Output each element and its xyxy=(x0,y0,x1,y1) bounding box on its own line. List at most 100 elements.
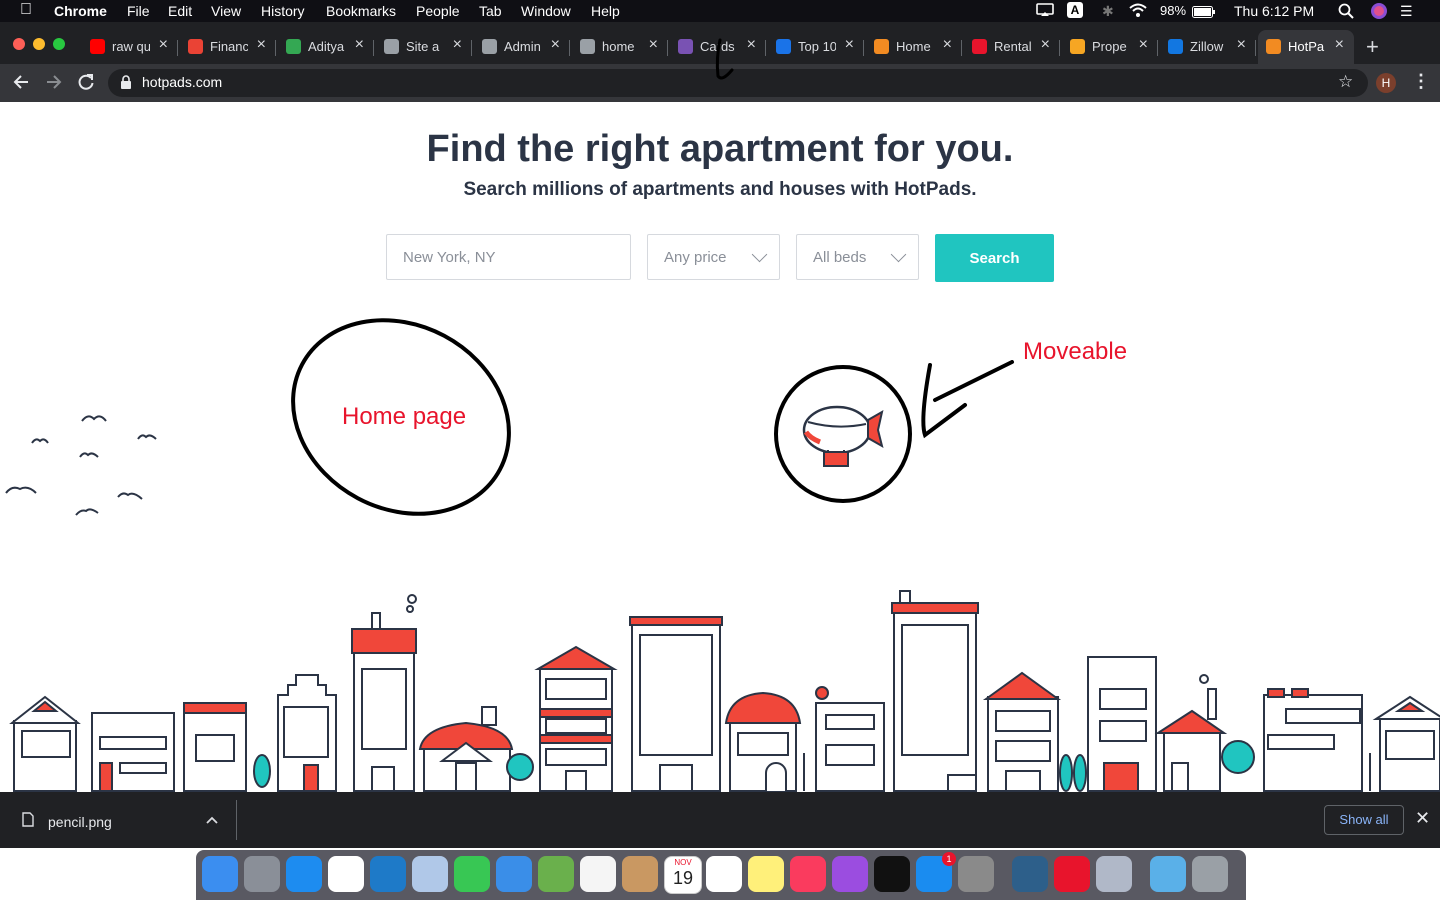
tab-12[interactable]: HotPa × xyxy=(1258,30,1354,64)
preview-icon[interactable] xyxy=(412,856,448,892)
input-source-icon[interactable]: A xyxy=(1067,2,1083,18)
forward-icon[interactable] xyxy=(45,73,63,96)
reload-icon[interactable] xyxy=(77,73,95,96)
minimize-window-button[interactable] xyxy=(33,38,45,50)
tab-0[interactable]: raw qu × xyxy=(82,30,178,64)
chrome-icon[interactable] xyxy=(328,856,364,892)
maps-icon[interactable] xyxy=(538,856,574,892)
tab-8[interactable]: Home × xyxy=(866,30,962,64)
location-input[interactable]: New York, NY xyxy=(386,234,631,280)
tab-close-icon[interactable]: × xyxy=(159,36,168,54)
tab-close-icon[interactable]: × xyxy=(1335,36,1344,54)
tab-7[interactable]: Top 10 × xyxy=(768,30,864,64)
lock-icon[interactable] xyxy=(120,75,132,92)
tab-3[interactable]: Site a × xyxy=(376,30,472,64)
menu-view[interactable]: View xyxy=(211,3,241,19)
menu-app-name[interactable]: Chrome xyxy=(54,3,107,19)
launchpad-icon[interactable] xyxy=(244,856,280,892)
address-bar[interactable]: hotpads.com ☆ xyxy=(108,69,1368,97)
tab-close-icon[interactable]: × xyxy=(1139,36,1148,54)
menu-people[interactable]: People xyxy=(416,3,460,19)
show-all-button[interactable]: Show all xyxy=(1324,805,1404,835)
beds-select[interactable]: All beds xyxy=(796,234,919,280)
contacts-icon[interactable] xyxy=(622,856,658,892)
price-select[interactable]: Any price xyxy=(647,234,780,280)
tv-icon[interactable] xyxy=(874,856,910,892)
chevron-down-icon xyxy=(890,246,907,263)
blimp-illustration[interactable] xyxy=(800,400,885,475)
tab-close-icon[interactable]: × xyxy=(649,36,658,54)
spotlight-icon[interactable] xyxy=(1338,3,1354,22)
cast-icon[interactable] xyxy=(1036,3,1054,20)
trash-icon[interactable] xyxy=(1192,856,1228,892)
tab-label: home xyxy=(602,39,635,54)
menu-file[interactable]: File xyxy=(127,3,150,19)
tab-close-icon[interactable]: × xyxy=(1237,36,1246,54)
bookmark-star-icon[interactable]: ☆ xyxy=(1338,72,1353,92)
pen-stroke-annotation xyxy=(715,38,734,80)
menu-history[interactable]: History xyxy=(261,3,305,19)
appstore-icon[interactable]: 1 xyxy=(916,852,956,892)
music-icon[interactable] xyxy=(790,856,826,892)
image-viewer-icon[interactable] xyxy=(1096,856,1132,892)
menu-tab[interactable]: Tab xyxy=(479,3,502,19)
city-skyline-illustration xyxy=(9,590,1440,792)
podcasts-icon[interactable] xyxy=(832,856,868,892)
siri-icon[interactable] xyxy=(1370,2,1388,23)
tab-close-icon[interactable]: × xyxy=(257,36,266,54)
tab-9[interactable]: Rental × xyxy=(964,30,1060,64)
vscode-icon[interactable] xyxy=(370,856,406,892)
tab-close-icon[interactable]: × xyxy=(747,36,756,54)
chevron-up-icon[interactable] xyxy=(205,812,219,830)
tab-close-icon[interactable]: × xyxy=(453,36,462,54)
new-tab-button[interactable]: + xyxy=(1366,34,1379,60)
url-text[interactable]: hotpads.com xyxy=(142,74,222,90)
apple-icon[interactable]:  xyxy=(20,1,32,19)
tab-close-icon[interactable]: × xyxy=(1041,36,1050,54)
tab-separator xyxy=(471,40,472,56)
tab-close-icon[interactable]: × xyxy=(943,36,952,54)
close-icon[interactable]: ✕ xyxy=(1415,808,1430,829)
tab-4[interactable]: Admin × xyxy=(474,30,570,64)
tab-close-icon[interactable]: × xyxy=(355,36,364,54)
safari-icon[interactable] xyxy=(286,856,322,892)
finder-icon[interactable] xyxy=(202,856,238,892)
system-preferences-icon[interactable] xyxy=(958,856,994,892)
favicon-icon xyxy=(776,39,791,54)
wifi-icon[interactable] xyxy=(1128,3,1148,20)
mysql-icon[interactable] xyxy=(1012,856,1048,892)
tab-close-icon[interactable]: × xyxy=(551,36,560,54)
battery-icon[interactable] xyxy=(1192,5,1216,21)
facetime-icon[interactable] xyxy=(454,856,490,892)
tab-close-icon[interactable]: × xyxy=(845,36,854,54)
favicon-icon xyxy=(678,39,693,54)
tab-11[interactable]: Zillow × xyxy=(1160,30,1256,64)
profile-avatar[interactable]: H xyxy=(1376,73,1396,93)
menu-window[interactable]: Window xyxy=(521,3,571,19)
maximize-window-button[interactable] xyxy=(53,38,65,50)
download-filename[interactable]: pencil.png xyxy=(48,814,112,830)
anydesk-icon[interactable] xyxy=(1054,856,1090,892)
messages-icon[interactable] xyxy=(496,856,532,892)
folder-icon[interactable] xyxy=(1150,856,1186,892)
menu-edit[interactable]: Edit xyxy=(168,3,192,19)
notes-icon[interactable] xyxy=(748,856,784,892)
clock[interactable]: Thu 6:12 PM xyxy=(1234,3,1314,19)
more-menu-icon[interactable]: ⋮ xyxy=(1412,71,1430,92)
close-window-button[interactable] xyxy=(13,38,25,50)
bluetooth-icon[interactable]: ✱ xyxy=(1102,3,1114,20)
tab-2[interactable]: Aditya × xyxy=(278,30,374,64)
tab-10[interactable]: Prope × xyxy=(1062,30,1158,64)
tab-label: Admin xyxy=(504,39,541,54)
calendar-icon[interactable]: NOV 19 xyxy=(664,856,702,894)
search-button[interactable]: Search xyxy=(935,234,1054,282)
control-center-icon[interactable]: ☰ xyxy=(1400,3,1413,20)
reminders-icon[interactable] xyxy=(706,856,742,892)
favicon-icon xyxy=(90,39,105,54)
back-icon[interactable] xyxy=(12,73,30,96)
tab-5[interactable]: home × xyxy=(572,30,668,64)
tab-1[interactable]: Financ × xyxy=(180,30,276,64)
menu-bookmarks[interactable]: Bookmarks xyxy=(326,3,396,19)
menu-help[interactable]: Help xyxy=(591,3,620,19)
photos-icon[interactable] xyxy=(580,856,616,892)
